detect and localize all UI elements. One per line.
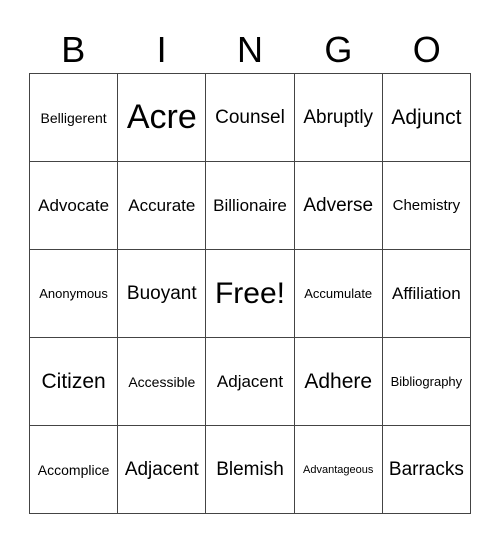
bingo-cell: Bibliography [382, 338, 471, 426]
bingo-cell: Accessible [118, 338, 207, 426]
bingo-cell: Counsel [206, 74, 295, 162]
bingo-cell: Adjacent [118, 426, 207, 514]
header-letter-i: I [156, 29, 167, 70]
bingo-cell: Adhere [294, 338, 383, 426]
bingo-cell: Advantageous [294, 426, 383, 514]
free-space: Free! [206, 250, 295, 338]
bingo-cell: Buoyant [118, 250, 207, 338]
bingo-cell: Billionaire [206, 162, 295, 250]
header-letter-n: N [236, 29, 263, 70]
bingo-cell: Advocate [30, 162, 119, 250]
bingo-cell: Citizen [30, 338, 119, 426]
bingo-header: B I N G O [29, 28, 471, 72]
bingo-cell: Adverse [294, 162, 383, 250]
bingo-cell: Affiliation [382, 250, 471, 338]
bingo-grid: Belligerent Acre Counsel Abruptly Adjunc… [29, 73, 471, 514]
bingo-cell: Accumulate [294, 250, 383, 338]
header-letter-o: O [412, 29, 441, 70]
bingo-cell: Chemistry [382, 162, 471, 250]
bingo-cell: Accurate [118, 162, 207, 250]
bingo-cell: Barracks [382, 426, 471, 514]
bingo-cell: Accomplice [30, 426, 119, 514]
bingo-cell: Anonymous [30, 250, 119, 338]
bingo-cell: Abruptly [294, 74, 383, 162]
bingo-cell: Acre [118, 74, 207, 162]
header-letter-g: G [324, 29, 353, 70]
header-letter-b: B [61, 29, 86, 70]
bingo-cell: Blemish [206, 426, 295, 514]
bingo-cell: Belligerent [30, 74, 119, 162]
bingo-cell: Adjacent [206, 338, 295, 426]
bingo-cell: Adjunct [382, 74, 471, 162]
